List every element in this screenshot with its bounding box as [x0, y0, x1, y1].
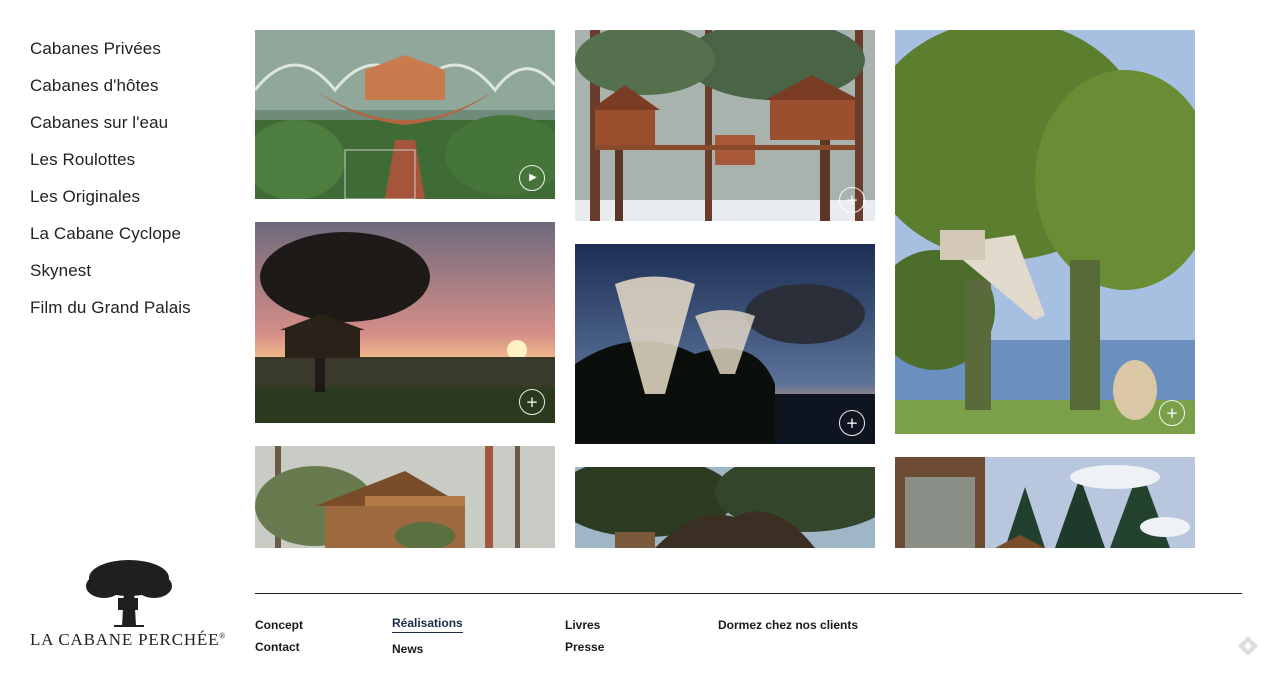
- treehouse-photo: [255, 222, 555, 423]
- footer-link-livres[interactable]: Livres: [565, 614, 604, 636]
- treehouse-photo: [255, 30, 555, 199]
- footer-column-3: Livres Presse: [565, 614, 604, 658]
- trademark-symbol: ®: [219, 631, 227, 641]
- gallery-tile-forest-snow[interactable]: +: [575, 30, 875, 221]
- footer-link-news[interactable]: News: [392, 638, 463, 660]
- nav-item-film-grand-palais[interactable]: Film du Grand Palais: [30, 289, 230, 326]
- gallery-tile-sunset[interactable]: +: [255, 222, 555, 423]
- footer-column-1: Concept Contact: [255, 614, 303, 658]
- plus-icon[interactable]: +: [519, 389, 545, 415]
- footer-link-presse[interactable]: Presse: [565, 636, 604, 658]
- treehouse-photo: [575, 30, 875, 221]
- nav-item-cabanes-privees[interactable]: Cabanes Privées: [30, 30, 230, 67]
- treehouse-photo: [575, 244, 875, 444]
- tree-logo-icon: [86, 560, 172, 627]
- plus-icon[interactable]: +: [839, 187, 865, 213]
- gallery-tile-tropical[interactable]: +: [575, 244, 875, 444]
- gallery-tile-wooden-cabin[interactable]: [255, 446, 555, 548]
- footer-link-dormez-chez-nos-clients[interactable]: Dormez chez nos clients: [718, 614, 858, 636]
- nav-item-cabanes-hotes[interactable]: Cabanes d'hôtes: [30, 67, 230, 104]
- play-icon[interactable]: ▶: [519, 165, 545, 191]
- footer-link-realisations[interactable]: Réalisations: [392, 615, 463, 633]
- footer-divider: [255, 593, 1242, 594]
- plus-icon[interactable]: +: [1159, 400, 1185, 426]
- footer-link-contact[interactable]: Contact: [255, 636, 303, 658]
- treehouse-photo: [895, 457, 1195, 548]
- nav-item-cabanes-sur-eau[interactable]: Cabanes sur l'eau: [30, 104, 230, 141]
- treehouse-photo: [895, 30, 1195, 434]
- footer-column-2: Réalisations News: [392, 614, 463, 660]
- footer-link-concept[interactable]: Concept: [255, 614, 303, 636]
- gallery-tile-lakeside[interactable]: +: [895, 30, 1195, 434]
- plus-icon[interactable]: +: [839, 410, 865, 436]
- treehouse-photo: [575, 467, 875, 548]
- category-nav: Cabanes Privées Cabanes d'hôtes Cabanes …: [30, 30, 230, 326]
- gallery-tile-snowy-chalet[interactable]: [895, 457, 1195, 548]
- nav-item-skynest[interactable]: Skynest: [30, 252, 230, 289]
- treehouse-photo: [255, 446, 555, 548]
- gallery-tile-grand-palais[interactable]: ▶: [255, 30, 555, 199]
- nav-item-originales[interactable]: Les Originales: [30, 178, 230, 215]
- nav-item-cabane-cyclope[interactable]: La Cabane Cyclope: [30, 215, 230, 252]
- brand-name: LA CABANE PERCHÉE: [30, 630, 220, 649]
- project-gallery: ▶ + + + +: [255, 30, 1195, 548]
- nav-item-roulottes[interactable]: Les Roulottes: [30, 141, 230, 178]
- feedback-icon[interactable]: [1236, 634, 1260, 658]
- brand-wordmark: LA CABANE PERCHÉE®: [30, 630, 226, 650]
- footer-column-4: Dormez chez nos clients: [718, 614, 858, 636]
- gallery-tile-oak-canopy[interactable]: [575, 467, 875, 548]
